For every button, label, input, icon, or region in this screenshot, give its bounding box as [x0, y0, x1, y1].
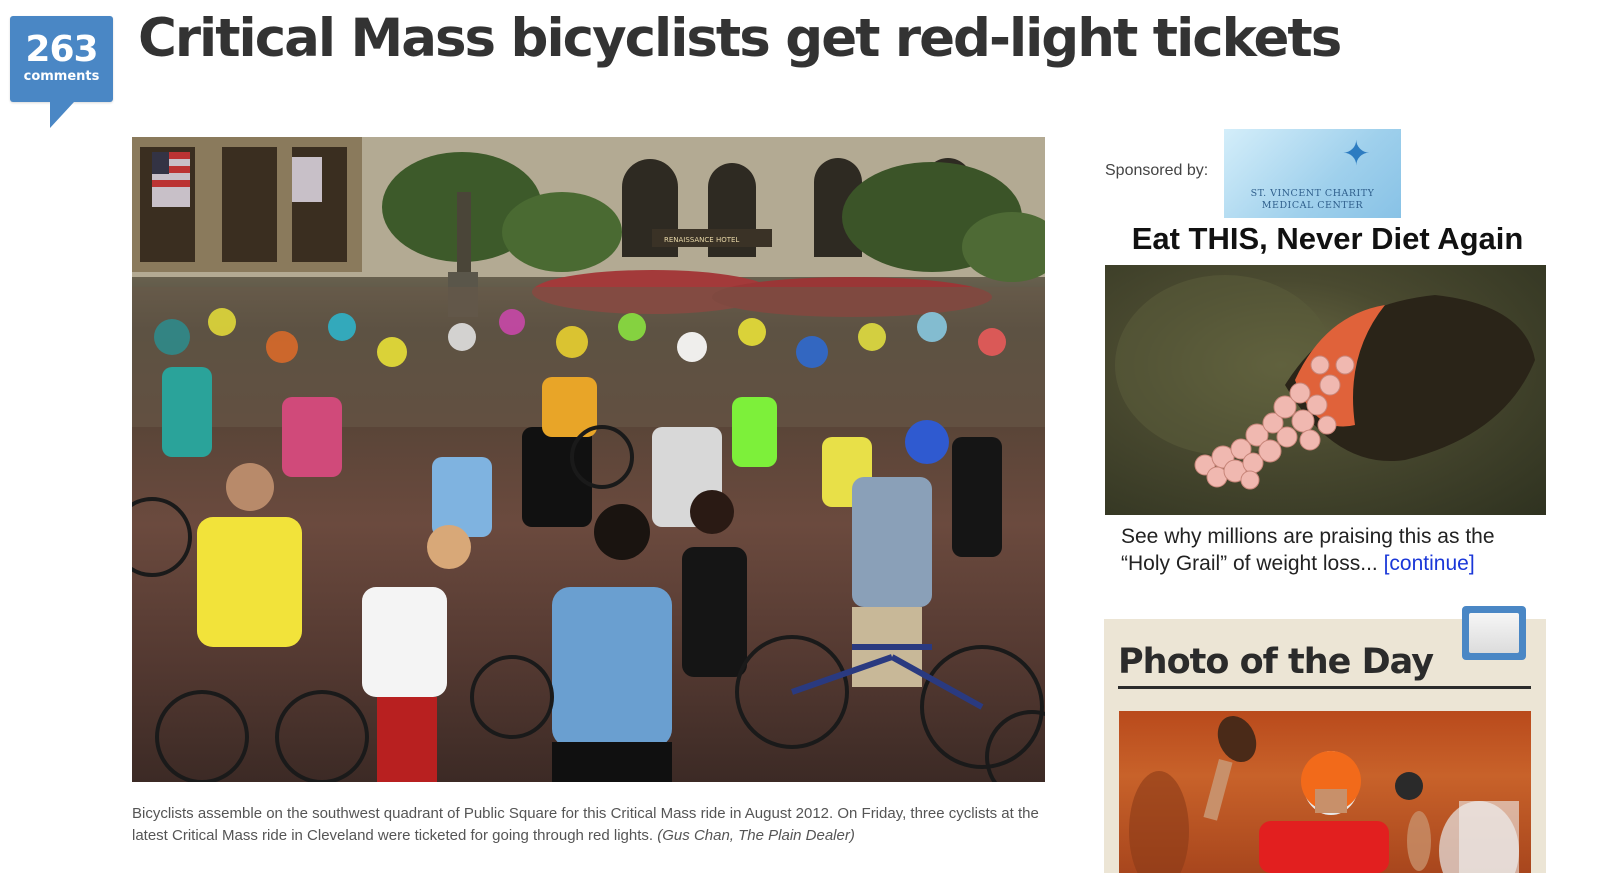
sponsor-label: Sponsored by: — [1105, 162, 1209, 179]
comment-count: 263 — [25, 29, 98, 70]
star-icon: ✦ — [1342, 135, 1371, 173]
photo-of-the-day-divider — [1118, 686, 1531, 689]
photo-of-the-day-image[interactable] — [1119, 711, 1531, 873]
article-photo-art: RENAISSANCE HOTEL — [132, 137, 1045, 782]
slideshow-icon[interactable] — [1462, 606, 1526, 660]
ad-headline[interactable]: Eat THIS, Never Diet Again — [1105, 221, 1550, 257]
photo-sign-text: RENAISSANCE HOTEL — [664, 236, 739, 244]
article-photo[interactable]: RENAISSANCE HOTEL — [132, 137, 1045, 782]
ad-image[interactable] — [1105, 265, 1546, 515]
comment-label: comments — [23, 69, 100, 84]
caption-text: Bicyclists assemble on the southwest qua… — [132, 805, 1039, 844]
comment-count-badge[interactable]: 263 comments — [10, 16, 113, 128]
ad-continue-link[interactable]: [continue] — [1384, 552, 1475, 575]
ad-body: See why millions are praising this as th… — [1121, 523, 1541, 577]
sponsor-name: ST. VINCENT CHARITY MEDICAL CENTER — [1224, 188, 1401, 212]
sponsor-name-line1: ST. VINCENT CHARITY — [1250, 188, 1375, 199]
slideshow-icon-frame — [1469, 613, 1519, 653]
article-headline: Critical Mass bicyclists get red-light t… — [138, 8, 1342, 69]
sponsor-name-line2: MEDICAL CENTER — [1261, 200, 1364, 211]
photo-of-the-day-art — [1129, 715, 1519, 873]
ad-image-art — [1115, 275, 1535, 490]
sponsor-logo[interactable]: ✦ ST. VINCENT CHARITY MEDICAL CENTER — [1224, 129, 1401, 218]
photo-credit: (Gus Chan, The Plain Dealer) — [657, 827, 855, 844]
photo-of-the-day-title: Photo of the Day — [1118, 642, 1434, 682]
photo-caption: Bicyclists assemble on the southwest qua… — [132, 803, 1042, 847]
